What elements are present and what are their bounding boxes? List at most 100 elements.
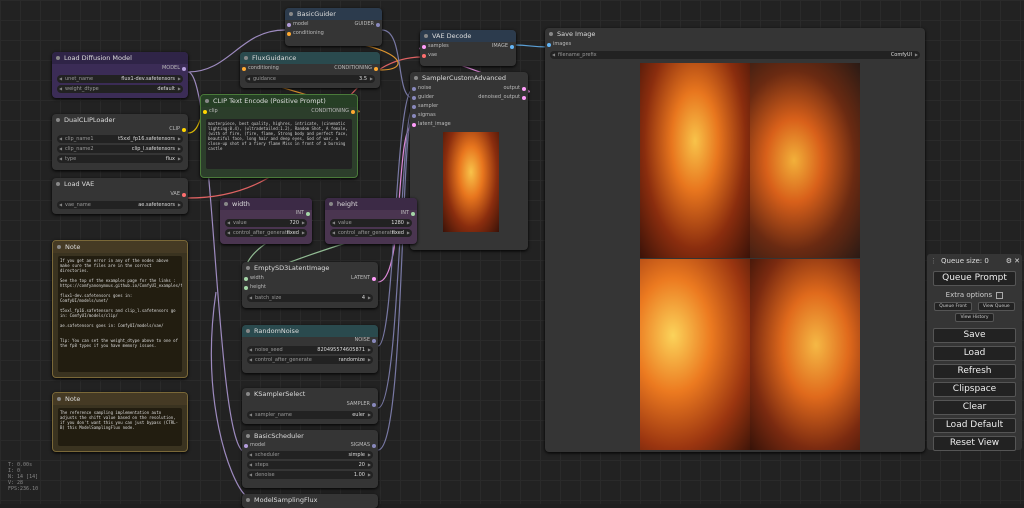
height-input-dot[interactable] [244, 285, 248, 290]
widget-key: value [338, 220, 352, 226]
output-image-1[interactable] [640, 63, 750, 258]
conditioning-input-dot[interactable] [242, 66, 246, 71]
width-value-widget[interactable]: value 720 [225, 219, 307, 227]
reset-view-button[interactable]: Reset View [933, 436, 1016, 451]
height-node[interactable]: height INT value 1280 control_after_gener… [325, 198, 417, 244]
node-title: height [325, 198, 417, 210]
view-history-button[interactable]: View History [955, 313, 994, 322]
guider-input-dot[interactable] [412, 95, 416, 100]
load-default-button[interactable]: Load Default [933, 418, 1016, 433]
output-label: LATENT [351, 275, 370, 281]
dual-clip-loader-node[interactable]: DualCLIPLoader CLIP clip_name1 t5xxl_fp16… [52, 114, 188, 170]
vae-input-dot[interactable] [422, 53, 426, 58]
output-label: output [503, 85, 521, 91]
basic-guider-node[interactable]: BasicGuider model GUIDER conditioning [285, 8, 382, 46]
sampler-name-widget[interactable]: sampler_name euler [247, 411, 373, 419]
clipspace-button[interactable]: Clipspace [933, 382, 1016, 397]
output-image-2[interactable] [750, 63, 860, 258]
denoise-widget[interactable]: denoise 1.00 [247, 471, 373, 479]
flux-guidance-node[interactable]: FluxGuidance conditioning CONDITIONING gu… [240, 52, 380, 88]
empty-sd3-latent-image-node[interactable]: EmptySD3LatentImage width LATENT height b… [242, 262, 378, 308]
load-vae-node[interactable]: Load VAE VAE vae_name ae.safetensors [52, 178, 188, 214]
image-output-dot[interactable] [510, 44, 514, 49]
weight-dtype-widget[interactable]: weight_dtype default [57, 85, 183, 93]
output-label: SIGMAS [350, 442, 370, 448]
noise-output-dot[interactable] [372, 338, 376, 343]
random-noise-node[interactable]: RandomNoise NOISE noise_seed 820495574605… [242, 325, 378, 373]
output-dot[interactable] [522, 86, 526, 91]
clip-output-dot[interactable] [182, 127, 186, 132]
control-after-generate-widget[interactable]: control_after_generatefixed [225, 229, 307, 237]
render-stats: T: 0.00s I: 0 N: 14 [14] V: 28 FPS:236.1… [8, 462, 38, 492]
note-textarea[interactable]: The reference sampling implementation au… [58, 408, 182, 446]
scheduler-widget[interactable]: scheduler simple [247, 451, 373, 459]
vae-name-widget[interactable]: vae_name ae.safetensors [57, 201, 183, 209]
batch-size-widget[interactable]: batch_size 4 [247, 294, 373, 302]
type-widget[interactable]: type flux [57, 155, 183, 163]
guidance-widget[interactable]: guidance 3.5 [245, 75, 375, 83]
model-input-dot[interactable] [287, 22, 291, 27]
unet-name-widget[interactable]: unet_name flux1-dev.safetensors [57, 75, 183, 83]
extra-options-checkbox[interactable] [996, 291, 1004, 299]
model-output-dot[interactable] [182, 66, 186, 71]
clip-text-encode-node[interactable]: CLIP Text Encode (Positive Prompt) clip C… [200, 94, 358, 178]
output-image-4[interactable] [750, 259, 860, 450]
basic-scheduler-node[interactable]: BasicScheduler model SIGMAS scheduler simp… [242, 430, 378, 488]
save-button[interactable]: Save [933, 328, 1016, 343]
clip-name1-widget[interactable]: clip_name1 t5xxl_fp16.safetensors [57, 135, 183, 143]
clip-input-dot[interactable] [203, 109, 207, 114]
widget-value: 20 [358, 462, 365, 468]
denoised-output-dot[interactable] [522, 95, 526, 100]
sigmas-input-dot[interactable] [412, 113, 416, 118]
preview-image[interactable] [443, 132, 499, 232]
refresh-button[interactable]: Refresh [933, 364, 1016, 379]
height-value-widget[interactable]: value 1280 [330, 219, 412, 227]
width-input-dot[interactable] [244, 276, 248, 281]
prompt-textarea[interactable]: masterpiece, best quality, highres, intr… [206, 119, 352, 169]
close-icon[interactable]: ✕ [1014, 254, 1020, 268]
images-input-dot[interactable] [547, 42, 551, 47]
samples-input-dot[interactable] [422, 44, 426, 49]
int-output-dot[interactable] [306, 211, 310, 216]
filename-prefix-widget[interactable]: filename_prefix ComfyUI [550, 51, 920, 59]
sigmas-output-dot[interactable] [372, 443, 376, 448]
control-after-generate-widget[interactable]: control_after_generatefixed [330, 229, 412, 237]
int-output-dot[interactable] [411, 211, 415, 216]
sampler-custom-advanced-node[interactable]: SamplerCustomAdvanced noise output guider… [410, 72, 528, 250]
noise-seed-widget[interactable]: noise_seed 820495574605871 [247, 346, 373, 354]
guider-output-dot[interactable] [376, 22, 380, 27]
note-node-1[interactable]: Note If you get an error in any of the n… [52, 240, 188, 378]
note-node-2[interactable]: Note The reference sampling implementati… [52, 392, 188, 452]
clear-button[interactable]: Clear [933, 400, 1016, 415]
gear-icon[interactable]: ⚙ [1006, 254, 1012, 268]
vae-output-dot[interactable] [182, 192, 186, 197]
queue-prompt-button[interactable]: Queue Prompt [933, 271, 1016, 286]
noise-input-dot[interactable] [412, 86, 416, 91]
save-image-node[interactable]: Save Image images filename_prefix ComfyUI [545, 28, 925, 452]
sampler-input-dot[interactable] [412, 104, 416, 109]
view-queue-button[interactable]: View Queue [977, 302, 1015, 311]
queue-front-button[interactable]: Queue Front [934, 302, 972, 311]
control-after-generate-widget[interactable]: control_after_generate randomize [247, 356, 373, 364]
node-title: Load Diffusion Model [52, 52, 188, 64]
input-label: model [250, 442, 266, 448]
clip-name2-widget[interactable]: clip_name2 clip_l.safetensors [57, 145, 183, 153]
latent-input-dot[interactable] [412, 122, 416, 127]
sampler-output-dot[interactable] [372, 402, 376, 407]
latent-output-dot[interactable] [372, 276, 376, 281]
model-sampling-flux-node[interactable]: ModelSamplingFlux [242, 494, 378, 508]
conditioning-output-dot[interactable] [351, 109, 355, 114]
note-textarea[interactable]: If you get an error in any of the nodes … [58, 256, 182, 372]
vae-decode-node[interactable]: VAE Decode samples IMAGE vae [420, 30, 516, 66]
steps-widget[interactable]: steps 20 [247, 461, 373, 469]
ksampler-select-node[interactable]: KSamplerSelect SAMPLER sampler_name euler [242, 388, 378, 424]
model-input-dot[interactable] [244, 443, 248, 448]
conditioning-input-dot[interactable] [287, 31, 291, 36]
load-button[interactable]: Load [933, 346, 1016, 361]
node-title: FluxGuidance [240, 52, 380, 64]
conditioning-output-dot[interactable] [374, 66, 378, 71]
output-image-3[interactable] [640, 259, 750, 450]
width-node[interactable]: width INT value 720 control_after_generat… [220, 198, 312, 244]
drag-handle-icon[interactable]: ⋮ [930, 254, 937, 268]
load-diffusion-model-node[interactable]: Load Diffusion Model MODEL unet_name flux… [52, 52, 188, 98]
